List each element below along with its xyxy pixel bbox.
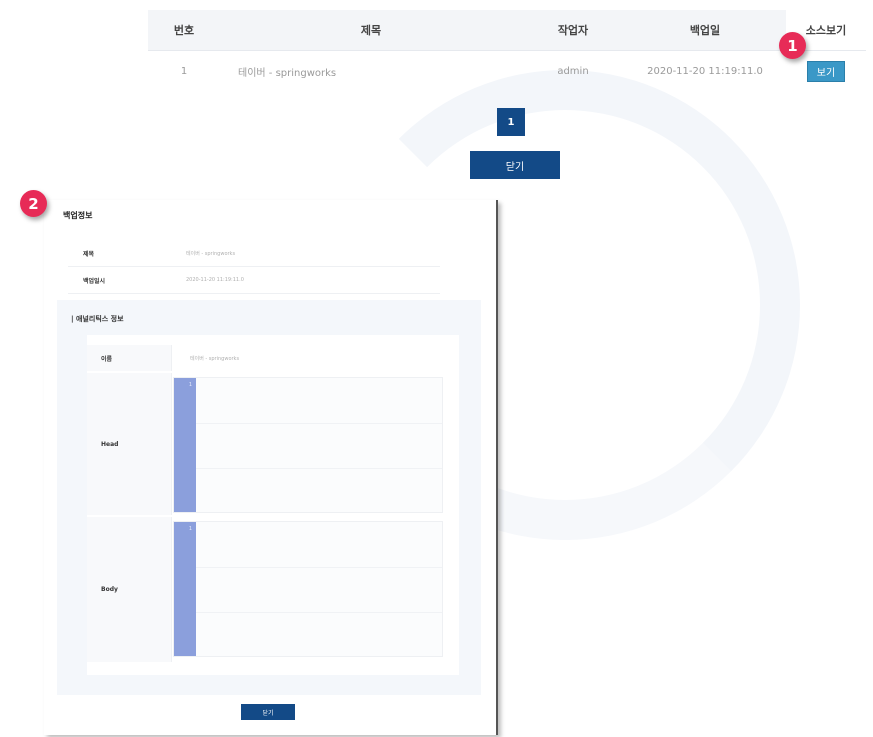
- section-title: | 애널리틱스 정보: [71, 315, 124, 323]
- table-row: 1 테이버 - springworks admin 2020-11-20 11:…: [148, 51, 866, 92]
- analytics-section: | 애널리틱스 정보 이름 테이버 - springworks Head 1 B…: [57, 300, 481, 695]
- header-worker[interactable]: 작업자: [522, 10, 624, 51]
- info-label: 제목: [83, 250, 95, 258]
- head-code-editor[interactable]: 1: [173, 377, 443, 513]
- header-date[interactable]: 백업일: [624, 10, 786, 51]
- line-number: 1: [188, 382, 192, 388]
- backup-list-table: 번호 제목 작업자 백업일 소스보기 1 테이버 - springworks a…: [148, 10, 866, 91]
- cell-title[interactable]: 테이버 - springworks: [220, 51, 522, 92]
- line-number-gutter: 1: [174, 378, 196, 512]
- head-label: Head: [87, 373, 172, 515]
- cell-date: 2020-11-20 11:19:11.0: [647, 65, 763, 77]
- backup-info-table: 제목 테이버 - springworks 백업일시 2020-11-20 11:…: [68, 240, 440, 294]
- line-number-gutter: 1: [174, 522, 196, 656]
- close-button[interactable]: 닫기: [470, 151, 560, 179]
- info-row: 제목 테이버 - springworks: [68, 240, 440, 267]
- info-row: 백업일시 2020-11-20 11:19:11.0: [68, 267, 440, 294]
- info-value: 2020-11-20 11:19:11.0: [186, 277, 244, 283]
- analytics-detail: 이름 테이버 - springworks Head 1 Body 1: [87, 335, 459, 675]
- line-number: 1: [188, 526, 192, 532]
- name-row: 이름 테이버 - springworks: [87, 345, 459, 371]
- info-value: 테이버 - springworks: [186, 250, 236, 257]
- body-label: Body: [87, 517, 172, 662]
- body-code-editor[interactable]: 1: [173, 521, 443, 657]
- view-source-button[interactable]: 보기: [806, 60, 846, 82]
- cell-no: 1: [180, 65, 188, 77]
- info-label: 백업일시: [83, 277, 106, 285]
- step-badge-1: 1: [779, 32, 806, 59]
- name-label: 이름: [87, 345, 172, 371]
- backup-info-popup: 백업정보 제목 테이버 - springworks 백업일시 2020-11-2…: [44, 200, 498, 735]
- step-badge-2: 2: [20, 190, 47, 217]
- cell-worker: admin: [557, 65, 589, 77]
- header-title[interactable]: 제목: [220, 10, 522, 51]
- popup-close-button[interactable]: 닫기: [241, 704, 295, 720]
- name-value: 테이버 - springworks: [190, 355, 240, 362]
- table-header-row: 번호 제목 작업자 백업일 소스보기: [148, 10, 866, 51]
- popup-title: 백업정보: [63, 211, 93, 220]
- pagination-page-1[interactable]: 1: [497, 108, 525, 136]
- header-no[interactable]: 번호: [148, 10, 220, 51]
